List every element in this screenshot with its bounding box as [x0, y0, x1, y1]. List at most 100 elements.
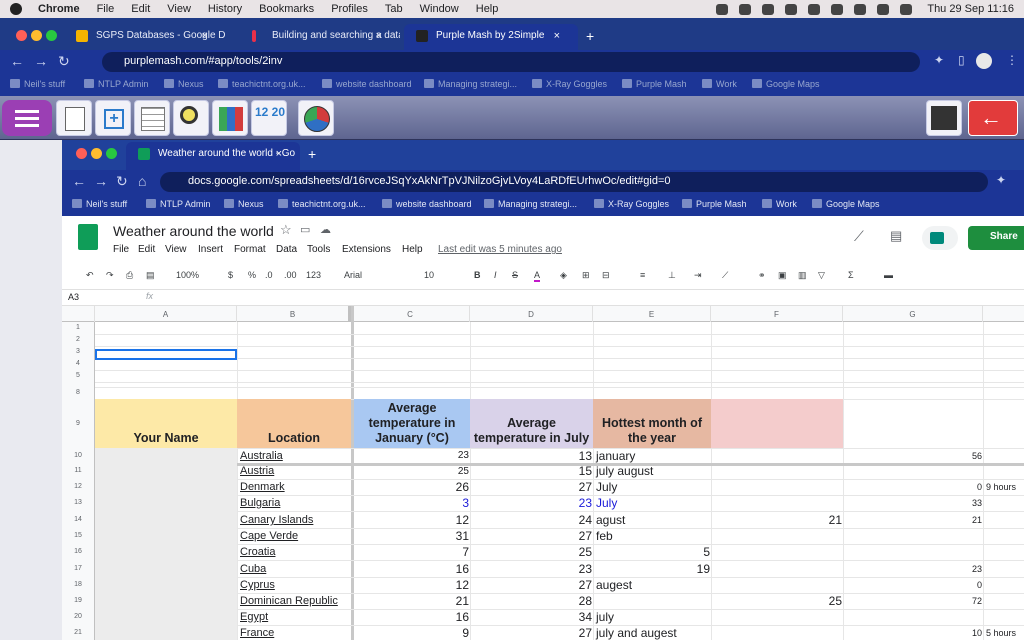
- cell-e[interactable]: july august: [596, 464, 710, 479]
- star-icon[interactable]: ☆: [280, 222, 292, 238]
- menu-insert[interactable]: Insert: [198, 244, 223, 255]
- menu-profiles[interactable]: Profiles: [331, 3, 368, 15]
- cell-g[interactable]: 23: [846, 561, 982, 577]
- cell-loc[interactable]: France: [240, 626, 354, 640]
- cell-g[interactable]: 72: [846, 594, 982, 609]
- row-number[interactable]: 2: [62, 334, 95, 346]
- font-select[interactable]: Arial: [344, 270, 362, 280]
- cell-d[interactable]: 23: [473, 561, 592, 577]
- font-size-select[interactable]: 10: [424, 270, 434, 280]
- cell-e[interactable]: july and augest: [596, 626, 710, 640]
- row-number[interactable]: 15: [62, 528, 95, 544]
- cell-loc[interactable]: Croatia: [240, 545, 354, 560]
- table-view-button[interactable]: [134, 100, 170, 136]
- outer-tab-purple-mash[interactable]: Purple Mash by 2Simple ×: [404, 24, 578, 50]
- row-number[interactable]: 9: [62, 399, 95, 448]
- cell-d[interactable]: 27: [473, 529, 592, 544]
- user-icon[interactable]: [900, 3, 913, 15]
- redo-icon[interactable]: ↷: [106, 270, 114, 281]
- cell-c[interactable]: 16: [357, 610, 469, 625]
- extensions-icon[interactable]: ✦: [934, 53, 944, 67]
- cell-d[interactable]: 27: [473, 480, 592, 495]
- functions-icon[interactable]: Σ: [848, 270, 854, 280]
- selected-cell-a3[interactable]: [95, 349, 237, 360]
- cell-g[interactable]: 0: [846, 480, 982, 495]
- trend-icon[interactable]: ⟋: [854, 228, 864, 245]
- name-box[interactable]: A3: [68, 292, 132, 302]
- menu-tools[interactable]: Tools: [307, 244, 330, 255]
- header-location[interactable]: Location: [237, 399, 351, 448]
- back-icon[interactable]: ←: [10, 53, 24, 69]
- cell-g[interactable]: 0: [846, 578, 982, 593]
- cell-d[interactable]: 23: [473, 496, 592, 511]
- menu-data[interactable]: Data: [276, 244, 297, 255]
- cell-loc[interactable]: Australia: [240, 449, 354, 463]
- header-hottest-month[interactable]: Hottest month of the year: [593, 399, 711, 448]
- control-center-icon[interactable]: [877, 3, 890, 15]
- cell-g[interactable]: 10: [846, 626, 982, 640]
- menu-view[interactable]: View: [165, 244, 187, 255]
- bookmark-nexus[interactable]: Nexus: [164, 79, 204, 89]
- row-number[interactable]: 5: [62, 370, 95, 382]
- column-header-b[interactable]: B: [237, 306, 351, 322]
- move-icon[interactable]: ▭: [300, 223, 310, 236]
- cell-c[interactable]: 25: [357, 464, 469, 479]
- column-header-a[interactable]: A: [95, 306, 237, 322]
- share-button[interactable]: Share: [968, 226, 1024, 250]
- purple-mash-menu-button[interactable]: [2, 100, 52, 136]
- row-number[interactable]: 19: [62, 593, 95, 609]
- search-records-button[interactable]: [173, 100, 209, 136]
- cell-loc[interactable]: Cyprus: [240, 578, 354, 593]
- text-wrap-icon[interactable]: ⇥: [694, 270, 702, 281]
- column-header-e[interactable]: E: [593, 306, 711, 322]
- back-icon[interactable]: ←: [72, 173, 86, 189]
- bookmark-neils-stuff[interactable]: Neil's stuff: [72, 199, 127, 209]
- zoom-window-icon[interactable]: [106, 148, 117, 159]
- cell-c[interactable]: 26: [357, 480, 469, 495]
- bookmark-ntlp-admin[interactable]: NTLP Admin: [146, 199, 210, 209]
- cell-loc[interactable]: Denmark: [240, 480, 354, 495]
- cell-d[interactable]: 28: [473, 594, 592, 609]
- cell-loc[interactable]: Canary Islands: [240, 512, 354, 528]
- meet-button[interactable]: [922, 226, 958, 250]
- horizontal-align-icon[interactable]: ≡: [640, 270, 645, 280]
- zoom-select[interactable]: 100%: [176, 270, 199, 280]
- text-rotation-icon[interactable]: ⟋: [722, 270, 728, 281]
- header-empty-cell[interactable]: [711, 399, 843, 448]
- menu-file[interactable]: File: [97, 3, 115, 15]
- menu-view[interactable]: View: [167, 3, 191, 15]
- cell-d[interactable]: 25: [473, 545, 592, 560]
- outer-address-bar[interactable]: purplemash.com/#app/tools/2inv: [102, 52, 920, 72]
- menu-help[interactable]: Help: [476, 3, 499, 15]
- column-header-f[interactable]: F: [711, 306, 843, 322]
- menu-help[interactable]: Help: [402, 244, 423, 255]
- status-icon-5[interactable]: [716, 3, 729, 15]
- cell-e[interactable]: 5: [596, 545, 710, 560]
- battery-icon[interactable]: [785, 3, 798, 15]
- row-number[interactable]: 20: [62, 609, 95, 625]
- row-number[interactable]: 17: [62, 560, 95, 577]
- number-format-select[interactable]: 123: [306, 270, 321, 280]
- close-window-icon[interactable]: [76, 148, 87, 159]
- bookmark-xray-goggles[interactable]: X-Ray Goggles: [532, 79, 607, 89]
- profile-avatar[interactable]: [976, 53, 992, 69]
- cell-c[interactable]: 3: [357, 496, 469, 511]
- cell-f[interactable]: 25: [714, 594, 842, 609]
- cell-c[interactable]: 12: [357, 578, 469, 593]
- cell-e[interactable]: 19: [596, 561, 710, 577]
- extensions-icon[interactable]: ✦: [996, 173, 1006, 187]
- cell-c[interactable]: 12: [357, 512, 469, 528]
- formula-input[interactable]: [166, 290, 1016, 305]
- borders-icon[interactable]: ⊞: [582, 270, 590, 281]
- cell-e[interactable]: agust: [596, 512, 710, 528]
- close-tab-icon[interactable]: ×: [376, 30, 382, 42]
- cell-g[interactable]: 21: [846, 512, 982, 528]
- cell-loc[interactable]: Egypt: [240, 610, 354, 625]
- menu-bookmarks[interactable]: Bookmarks: [259, 3, 314, 15]
- bookmark-xray-goggles[interactable]: X-Ray Goggles: [594, 199, 669, 209]
- print-icon[interactable]: ⎙: [126, 270, 133, 281]
- row-number[interactable]: 1: [62, 322, 95, 334]
- insert-chart-icon[interactable]: ▥: [798, 270, 807, 281]
- minimize-window-icon[interactable]: [31, 30, 42, 41]
- column-header-g[interactable]: G: [843, 306, 983, 322]
